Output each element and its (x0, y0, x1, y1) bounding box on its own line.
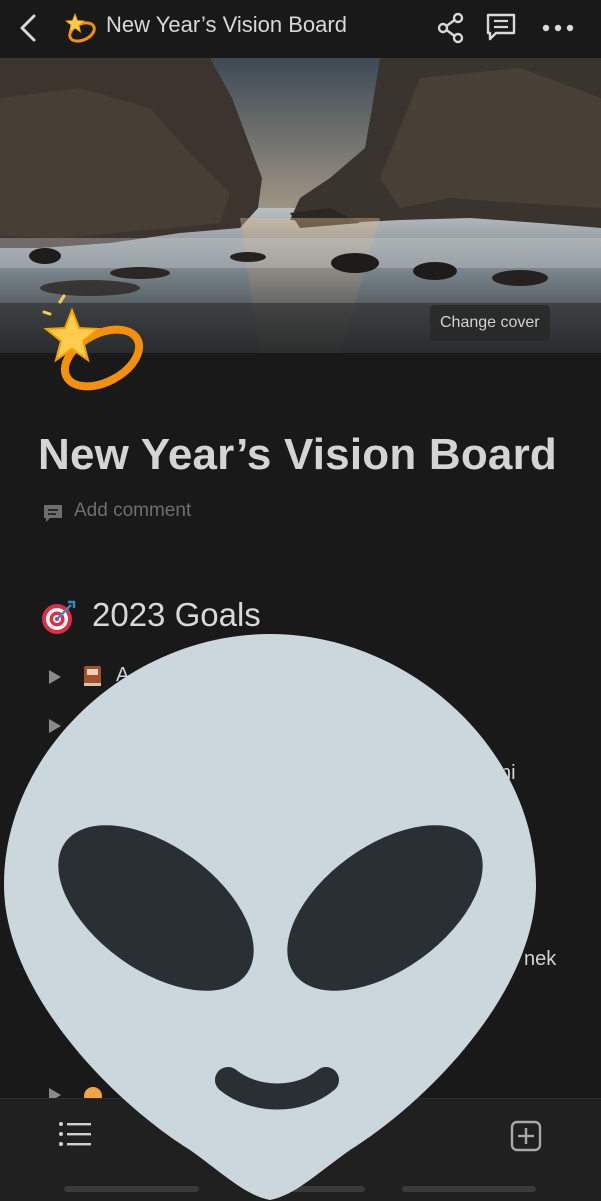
change-cover-button[interactable]: Change cover (430, 305, 550, 341)
window-title: New Year’s Vision Board (106, 12, 347, 37)
share-icon[interactable] (436, 12, 466, 44)
alien-emoji-icon (4, 634, 536, 1200)
top-app-bar: New Year’s Vision Board (0, 0, 601, 58)
comment-bubble-icon[interactable] (484, 10, 518, 44)
add-comment-label: Add comment (74, 500, 192, 521)
dizzy-star-emoji-icon[interactable] (40, 292, 150, 402)
dizzy-star-emoji-icon (64, 12, 96, 43)
more-horizontal-icon[interactable] (540, 14, 576, 42)
section-heading-text: 2023 Goals (92, 596, 261, 633)
chevron-left-icon[interactable] (14, 12, 44, 44)
comment-icon (44, 505, 62, 522)
page-title[interactable]: New Year’s Vision Board (38, 430, 557, 480)
